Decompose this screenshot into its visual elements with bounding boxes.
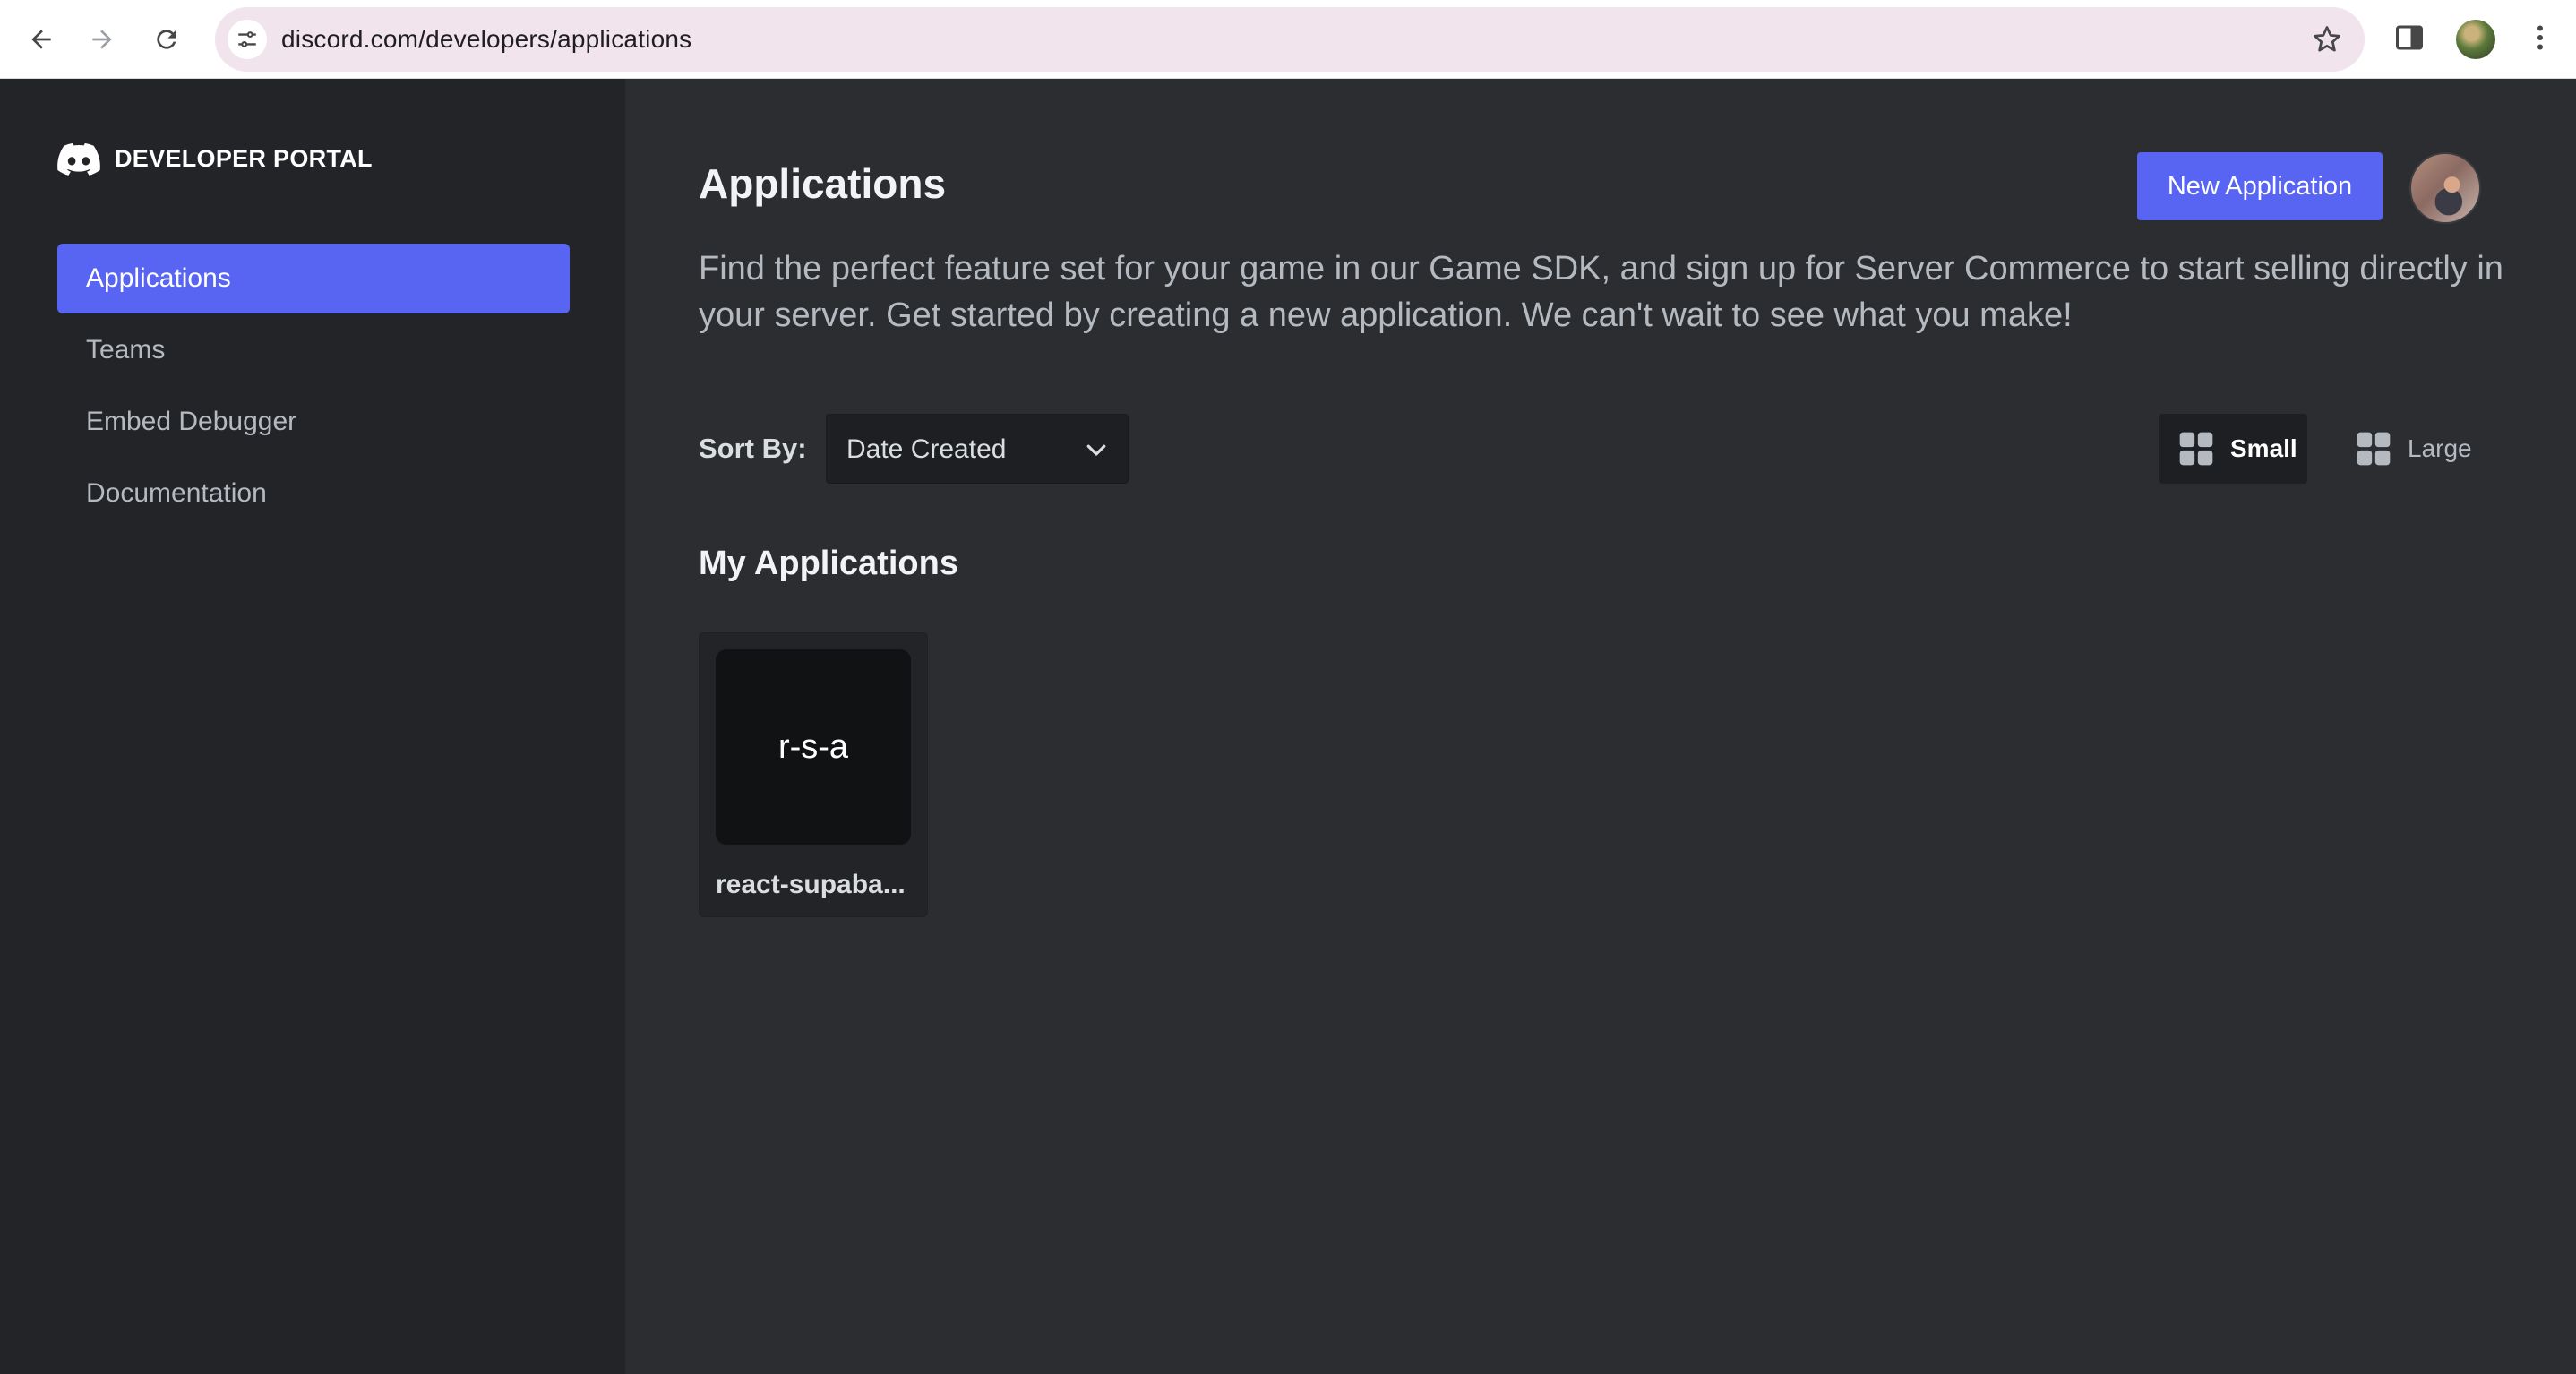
sidebar-item-applications[interactable]: Applications — [57, 244, 570, 313]
section-title: My Applications — [699, 545, 958, 582]
brand[interactable]: DEVELOPER PORTAL — [57, 142, 373, 176]
intro-text: Find the perfect feature set for your ga… — [699, 250, 2503, 334]
view-large-label: Large — [2408, 434, 2472, 462]
discord-logo-icon — [57, 142, 100, 176]
back-arrow-icon[interactable] — [20, 18, 63, 61]
chevron-down-icon — [1083, 436, 1110, 463]
address-bar[interactable]: discord.com/developers/applications — [215, 7, 2365, 72]
profile-avatar[interactable] — [2456, 20, 2495, 59]
star-icon[interactable] — [2311, 23, 2343, 56]
main-content: Applications New Application Find the pe… — [625, 79, 2576, 1374]
sidebar: DEVELOPER PORTAL Applications Teams Embe… — [0, 79, 625, 1374]
page-title: Applications — [699, 160, 947, 207]
sort-select[interactable]: Date Created — [826, 414, 1129, 484]
sidebar-item-embed-debugger[interactable]: Embed Debugger — [57, 387, 570, 457]
sort-value: Date Created — [846, 434, 1007, 464]
app-name: react-supaba... — [716, 870, 906, 899]
view-small-button[interactable]: Small — [2159, 414, 2307, 484]
sidebar-item-teams[interactable]: Teams — [57, 315, 570, 385]
browser-toolbar: discord.com/developers/applications — [0, 0, 2576, 79]
sidebar-item-documentation[interactable]: Documentation — [57, 459, 570, 528]
new-application-button[interactable]: New Application — [2137, 152, 2383, 220]
forward-arrow-icon[interactable] — [81, 18, 124, 61]
application-card[interactable]: r-s-a react-supaba... — [699, 632, 928, 917]
grid-large-icon — [2354, 429, 2393, 468]
app-icon: r-s-a — [716, 649, 911, 845]
side-panel-icon[interactable] — [2393, 21, 2429, 57]
app-initials: r-s-a — [777, 727, 849, 766]
kebab-menu-icon[interactable] — [2524, 21, 2560, 57]
view-large-button[interactable]: Large — [2336, 414, 2485, 484]
view-small-label: Small — [2230, 434, 2297, 462]
grid-small-icon — [2177, 429, 2216, 468]
brand-text: DEVELOPER PORTAL — [115, 144, 373, 172]
site-info-icon[interactable] — [228, 20, 267, 59]
url-text[interactable]: discord.com/developers/applications — [281, 7, 691, 72]
avatar[interactable] — [2409, 152, 2481, 224]
sort-label: Sort By: — [699, 433, 807, 464]
reload-icon[interactable] — [145, 18, 188, 61]
